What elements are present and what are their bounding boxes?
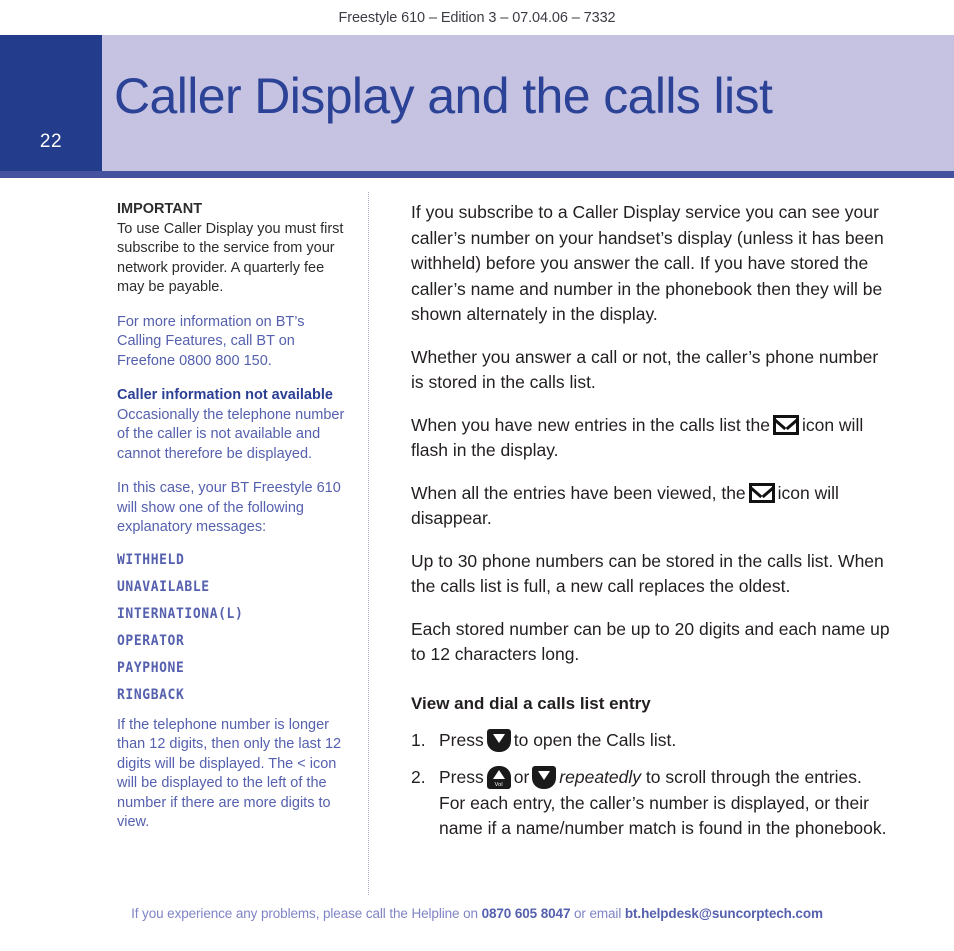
main-column: If you subscribe to a Caller Display ser…	[411, 200, 891, 854]
sidebar-not-available-block: Caller information not available Occasio…	[117, 386, 350, 464]
down-arrow-glyph	[538, 771, 551, 780]
display-message-item: RINGBACK	[117, 686, 185, 704]
display-message-item: UNAVAILABLE	[117, 578, 210, 596]
step2-emphasis: repeatedly	[559, 767, 642, 787]
volume-key-label: Vol	[494, 782, 503, 788]
page-footer: If you experience any problems, please c…	[0, 905, 954, 923]
up-volume-key-icon: Vol	[486, 766, 511, 789]
footer-text: If you experience any problems, please c…	[131, 906, 823, 921]
footer-phone: 0870 605 8047	[481, 906, 571, 921]
sidebar-important-heading: IMPORTANT	[117, 201, 203, 217]
step1-post: to open the Calls list.	[513, 729, 677, 750]
display-message-item: INTERNATIONA(L)	[117, 605, 244, 623]
sidebar-column: IMPORTANT To use Caller Display you must…	[117, 200, 350, 848]
footer-middle: or email	[574, 906, 622, 921]
envelope-icon	[772, 414, 799, 435]
step2-pre: Press	[439, 767, 484, 787]
paragraph-whether: Whether you answer a call or not, the ca…	[411, 346, 879, 393]
step1-pre: Press	[439, 729, 484, 750]
display-message-item: WITHHELD	[117, 551, 185, 569]
sidebar-important-text: To use Caller Display you must first sub…	[117, 220, 344, 296]
paragraph-subscribe: If you subscribe to a Caller Display ser…	[411, 202, 884, 324]
page-number: 22	[39, 131, 63, 152]
display-message-list: WITHHELD UNAVAILABLE INTERNATIONA(L) OPE…	[117, 551, 350, 704]
paragraph-viewed-pre: When all the entries have been viewed, t…	[411, 482, 746, 503]
footer-lead: If you experience any problems, please c…	[131, 906, 478, 921]
envelope-icon	[748, 482, 775, 503]
page-content: IMPORTANT To use Caller Display you must…	[0, 192, 954, 895]
down-arrow-glyph	[492, 733, 505, 743]
step-item: 1. Press to open the Calls list.	[411, 728, 891, 754]
running-header-text: Freestyle 610 – Edition 3 – 07.04.06 – 7…	[338, 9, 616, 26]
step-number: 2.	[411, 767, 426, 787]
step-number: 1.	[411, 729, 426, 750]
sidebar-in-this-case-text: In this case, your BT Freestyle 610 will…	[117, 480, 341, 535]
sidebar-long-number-text: If the telephone number is longer than 1…	[117, 716, 342, 831]
title-banner: 22 Caller Display and the calls list	[0, 35, 954, 171]
up-arrow-glyph	[492, 770, 505, 779]
steps-list: 1. Press to open the Calls list. 2. Press Vo…	[411, 728, 891, 842]
paragraph-viewed: When all the entries have been viewed, t…	[411, 481, 891, 532]
sidebar-not-available-heading: Caller information not available	[117, 387, 333, 403]
footer-email: bt.helpdesk@suncorptech.com	[624, 906, 823, 921]
sidebar-more-info-text: For more information on BT’s Calling Fea…	[117, 313, 305, 369]
paragraph-limits: Each stored number can be up to 20 digit…	[411, 618, 890, 665]
display-message-item: OPERATOR	[117, 632, 185, 650]
page-number-block: 22	[0, 35, 102, 171]
paragraph-capacity: Up to 30 phone numbers can be stored in …	[411, 550, 884, 597]
display-message-item: PAYPHONE	[117, 659, 185, 677]
section-heading-view-and-dial: View and dial a calls list entry	[411, 693, 651, 713]
step-item: 2. Press Vol or repeatedly to scroll through…	[411, 765, 891, 842]
running-header: Freestyle 610 – Edition 3 – 07.04.06 – 7…	[0, 0, 954, 35]
paragraph-new-entries: When you have new entries in the calls l…	[411, 413, 891, 464]
paragraph-new-entries-pre: When you have new entries in the calls l…	[411, 414, 770, 435]
sidebar-not-available-text: Occasionally the telephone number of the…	[117, 406, 345, 462]
page-title: Caller Display and the calls list	[114, 68, 773, 124]
sidebar-important-block: IMPORTANT To use Caller Display you must…	[117, 200, 350, 298]
step2-mid: or	[513, 767, 530, 787]
column-divider	[368, 192, 369, 895]
down-key-icon	[486, 728, 511, 752]
banner-rule	[0, 171, 954, 178]
down-key-icon	[532, 766, 557, 789]
